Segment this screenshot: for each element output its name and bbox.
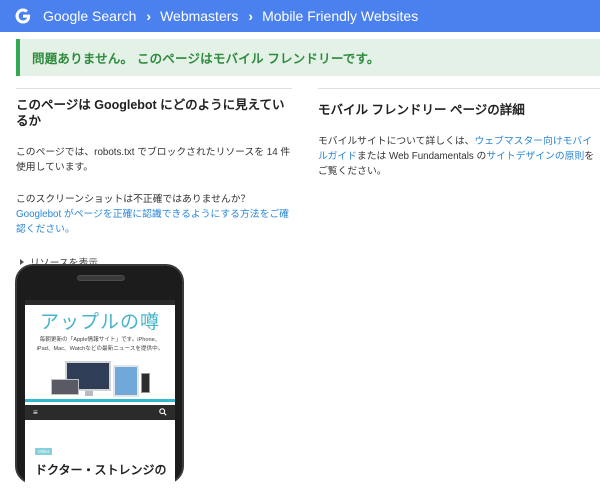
chevron-right-icon: › [146,8,152,24]
divider [318,88,600,89]
accuracy-note: このスクリーンショットは不正確ではありませんか？ Googlebot がページを… [16,192,292,237]
menu-icon: ≡ [33,407,38,417]
googlebot-view-section: このページは Googlebot にどのように見えているか このページでは、ro… [16,88,292,269]
result-banner: 問題ありません。 このページはモバイル フレンドリーです。 [16,39,600,76]
details-heading: モバイル フレンドリー ページの詳細 [318,103,525,117]
design-principles-link[interactable]: サイトデザインの原則 [486,151,584,162]
details-text: モバイルサイトについて詳しくは、ウェブマスター向けモバイルガイドまたは Web … [318,134,600,179]
site-title: アップルの噂 [39,311,160,333]
phone-speaker [77,275,125,281]
site-description-line1: 毎朝更新の「Apple情報サイト」です。iPhone、 [39,337,161,343]
breadcrumb-mobile-friendly[interactable]: Mobile Friendly Websites [262,8,418,24]
result-banner-text: 問題ありません。 このページはモバイル フレンドリーです。 [32,52,380,66]
chevron-right-icon: › [248,8,254,24]
details-section: モバイル フレンドリー ページの詳細 モバイルサイトについて詳しくは、ウェブマス… [318,88,600,179]
phone-preview: アップルの噂 毎朝更新の「Apple情報サイト」です。iPhone、 iPad、… [15,264,184,490]
details-text-a: モバイルサイトについて詳しくは、 [318,136,475,147]
ipad-image [113,365,139,397]
article-title: ドクター・ストレンジの [35,463,167,477]
macbook-image [51,379,79,395]
status-bar [25,300,175,305]
triangle-right-icon [20,259,24,265]
details-text-b: または Web Fundamentals の [356,151,487,162]
site-description: 毎朝更新の「Apple情報サイト」です。iPhone、 iPad、Mac、Wat… [25,336,175,354]
imac-stand [85,391,93,396]
accuracy-question: このスクリーンショットは不正確ではありませんか？ [16,194,251,205]
search-icon [159,407,167,418]
divider [16,88,292,89]
phone-screen: アップルの噂 毎朝更新の「Apple情報サイト」です。iPhone、 iPad、… [25,300,175,490]
section-heading: このページは Googlebot にどのように見えているか [16,98,285,128]
site-nav-bar: ≡ [25,405,175,420]
blocked-resources-text: このページでは、robots.txt でブロックされたリソースを 14 件使用し… [16,147,291,173]
breadcrumb-google-search[interactable]: Google Search [43,8,136,24]
category-tag: Other [35,448,53,455]
accent-line [25,399,175,402]
top-bar: Google Search › Webmasters › Mobile Frie… [0,0,600,32]
iphone-image [141,373,150,393]
site-description-line2: iPad、Mac、Watchなどの最新ニュースを提供中。 [36,346,164,352]
hero-devices-image [25,357,175,399]
googlebot-help-link[interactable]: Googlebot がページを正確に認識できるようにする方法をご確認ください。 [16,209,289,235]
breadcrumb-webmasters[interactable]: Webmasters [160,8,238,24]
google-g-icon[interactable] [12,5,34,27]
